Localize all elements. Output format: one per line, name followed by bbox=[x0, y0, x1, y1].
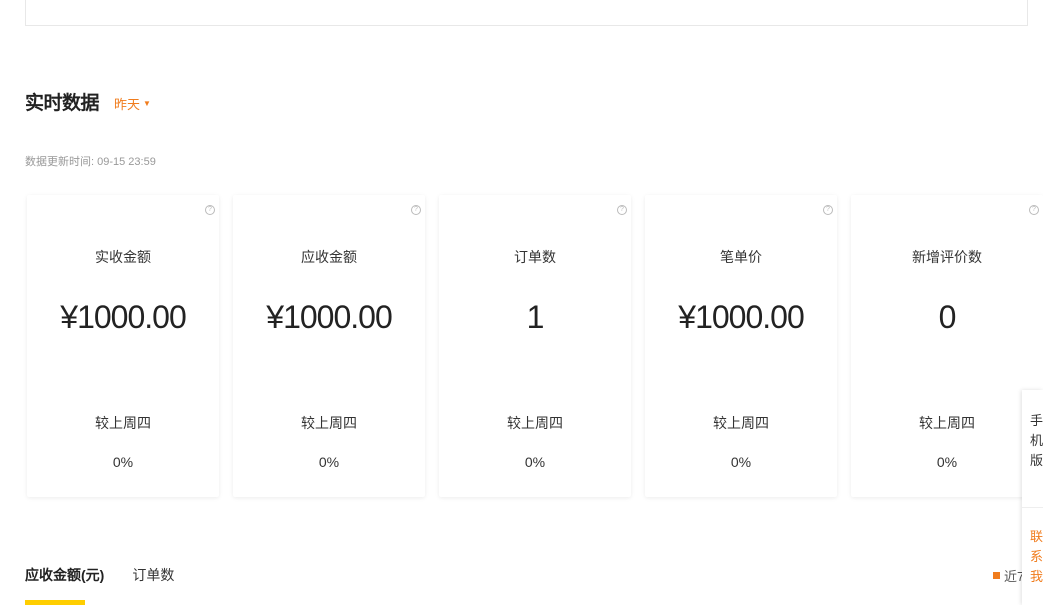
chart-tabs: 应收金额(元) 订单数 bbox=[25, 565, 174, 585]
metric-card-new-reviews: ? 新增评价数 0 较上周四 0% bbox=[851, 195, 1043, 497]
help-icon[interactable]: ? bbox=[617, 205, 627, 215]
active-tab-indicator bbox=[25, 600, 85, 605]
update-time: 数据更新时间: 09-15 23:59 bbox=[25, 156, 156, 168]
dashboard-page: 实时数据 昨天 ▼ 数据更新时间: 09-15 23:59 ? 实收金额 ¥10… bbox=[0, 0, 1043, 605]
realtime-header: 实时数据 昨天 ▼ bbox=[25, 88, 151, 115]
help-icon[interactable]: ? bbox=[823, 205, 833, 215]
tab-receivable-amount[interactable]: 应收金额(元) bbox=[25, 565, 104, 585]
card-compare-label: 较上周四 bbox=[301, 415, 357, 431]
metric-card-order-count: ? 订单数 1 较上周四 0% bbox=[439, 195, 631, 497]
card-value: ¥1000.00 bbox=[60, 299, 186, 335]
side-float-panel: 手 机 版 联 系 我 bbox=[1022, 390, 1043, 605]
card-label: 实收金额 bbox=[95, 249, 151, 265]
period-label: 昨天 bbox=[114, 97, 141, 112]
help-icon[interactable]: ? bbox=[411, 205, 421, 215]
card-compare-percent: 0% bbox=[730, 454, 752, 470]
help-icon[interactable]: ? bbox=[1029, 205, 1039, 215]
card-label: 笔单价 bbox=[720, 249, 762, 265]
section-title: 实时数据 bbox=[25, 93, 100, 114]
metric-card-avg-order-price: ? 笔单价 ¥1000.00 较上周四 0% bbox=[645, 195, 837, 497]
card-value: 1 bbox=[526, 299, 545, 335]
card-compare-percent: 0% bbox=[112, 454, 134, 470]
chart-legend[interactable]: 近7 bbox=[993, 566, 1024, 585]
metric-card-receivable-amount: ? 应收金额 ¥1000.00 较上周四 0% bbox=[233, 195, 425, 497]
top-panel bbox=[25, 0, 1028, 26]
card-compare-label: 较上周四 bbox=[95, 415, 151, 431]
contact-us-button[interactable]: 联 系 我 bbox=[1022, 527, 1043, 587]
caret-down-icon: ▼ bbox=[143, 99, 151, 108]
card-compare-label: 较上周四 bbox=[507, 415, 563, 431]
tab-order-count[interactable]: 订单数 bbox=[132, 565, 174, 585]
card-compare-percent: 0% bbox=[524, 454, 546, 470]
card-value: ¥1000.00 bbox=[678, 299, 804, 335]
card-value: ¥1000.00 bbox=[266, 299, 392, 335]
card-value: 0 bbox=[938, 299, 957, 335]
help-icon[interactable]: ? bbox=[205, 205, 215, 215]
card-compare-percent: 0% bbox=[936, 454, 958, 470]
legend-swatch bbox=[993, 572, 1000, 579]
metric-card-actual-amount: ? 实收金额 ¥1000.00 较上周四 0% bbox=[27, 195, 219, 497]
metric-cards: ? 实收金额 ¥1000.00 较上周四 0% ? 应收金额 ¥1000.00 … bbox=[27, 195, 1043, 497]
card-label: 应收金额 bbox=[301, 249, 357, 265]
card-label: 订单数 bbox=[514, 249, 556, 265]
card-compare-label: 较上周四 bbox=[713, 415, 769, 431]
card-compare-percent: 0% bbox=[318, 454, 340, 470]
mobile-version-button[interactable]: 手 机 版 bbox=[1022, 411, 1043, 471]
card-label: 新增评价数 bbox=[912, 249, 982, 265]
card-compare-label: 较上周四 bbox=[919, 415, 975, 431]
period-dropdown[interactable]: 昨天 ▼ bbox=[114, 94, 151, 113]
side-divider bbox=[1022, 507, 1043, 508]
